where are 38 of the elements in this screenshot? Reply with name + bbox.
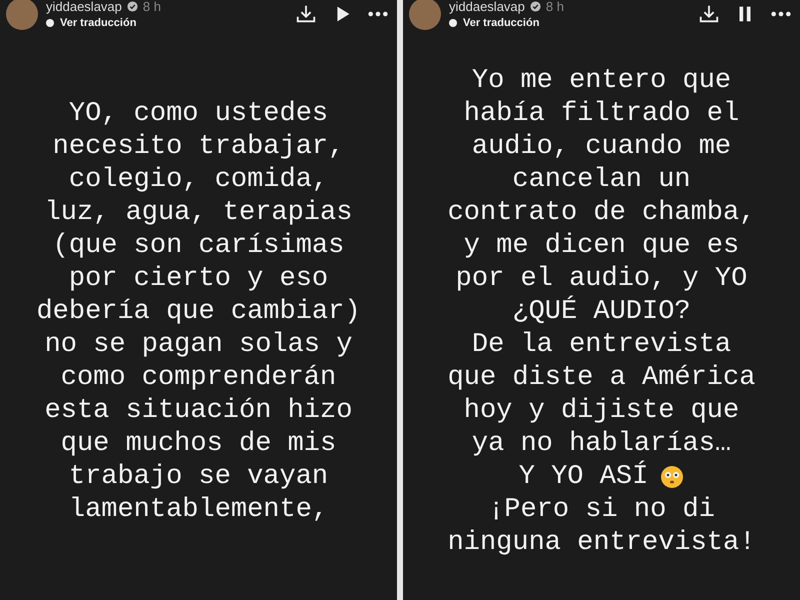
username[interactable]: yiddaeslavap — [46, 0, 122, 14]
translate-link[interactable]: Ver traducción — [463, 17, 540, 29]
story-text: luz, agua, terapias — [44, 196, 352, 230]
story-text: por cierto y eso — [68, 262, 328, 296]
translate-link[interactable]: Ver traducción — [60, 17, 136, 29]
story-text: Y YO ASÍ — [518, 460, 648, 494]
story-text: por el audio, y YO — [456, 262, 748, 296]
story-text: cancelan un — [512, 164, 691, 196]
story-text: ya no hablarías… — [472, 428, 732, 460]
story-text: que diste a América — [448, 362, 756, 394]
story-text: debería que cambiar) — [36, 296, 361, 328]
username[interactable]: yiddaeslavap — [449, 0, 525, 14]
post-time: 8 h — [142, 0, 161, 14]
story-text: Yo me entero que — [472, 64, 732, 98]
story-text: colegio, comida, — [68, 164, 328, 196]
avatar[interactable] — [6, 0, 38, 30]
story-text: como comprenderán — [60, 362, 336, 394]
story-text: De la entrevista — [472, 328, 732, 362]
story-text: ¿QUÉ AUDIO? — [512, 296, 691, 328]
download-icon[interactable] — [698, 3, 720, 25]
story-text: hoy y dijiste que — [464, 394, 740, 428]
story-text: (que son carísimas — [52, 230, 344, 262]
story-text: audio, cuando me — [472, 130, 732, 164]
download-icon[interactable] — [295, 3, 317, 25]
story-text: trabajo se vayan — [68, 460, 328, 494]
story-text: esta situación hizo — [44, 394, 352, 428]
story-text: lamentablemente, — [68, 494, 328, 526]
story-text: YO, como ustedes — [68, 98, 328, 130]
post-time: 8 h — [546, 0, 564, 14]
story-text: que muchos de mis — [60, 428, 336, 460]
story-text: y me dicen que es — [464, 230, 740, 262]
story-text: ¡Pero si no di — [488, 494, 715, 526]
story-text: ninguna entrevista! — [448, 526, 756, 560]
story-text: había filtrado el — [464, 98, 740, 130]
avatar[interactable] — [409, 0, 441, 30]
story-text: necesito trabajar, — [52, 130, 344, 164]
story-text: contrato de chamba, — [448, 196, 756, 230]
story-text: no se pagan solas y — [44, 328, 352, 362]
